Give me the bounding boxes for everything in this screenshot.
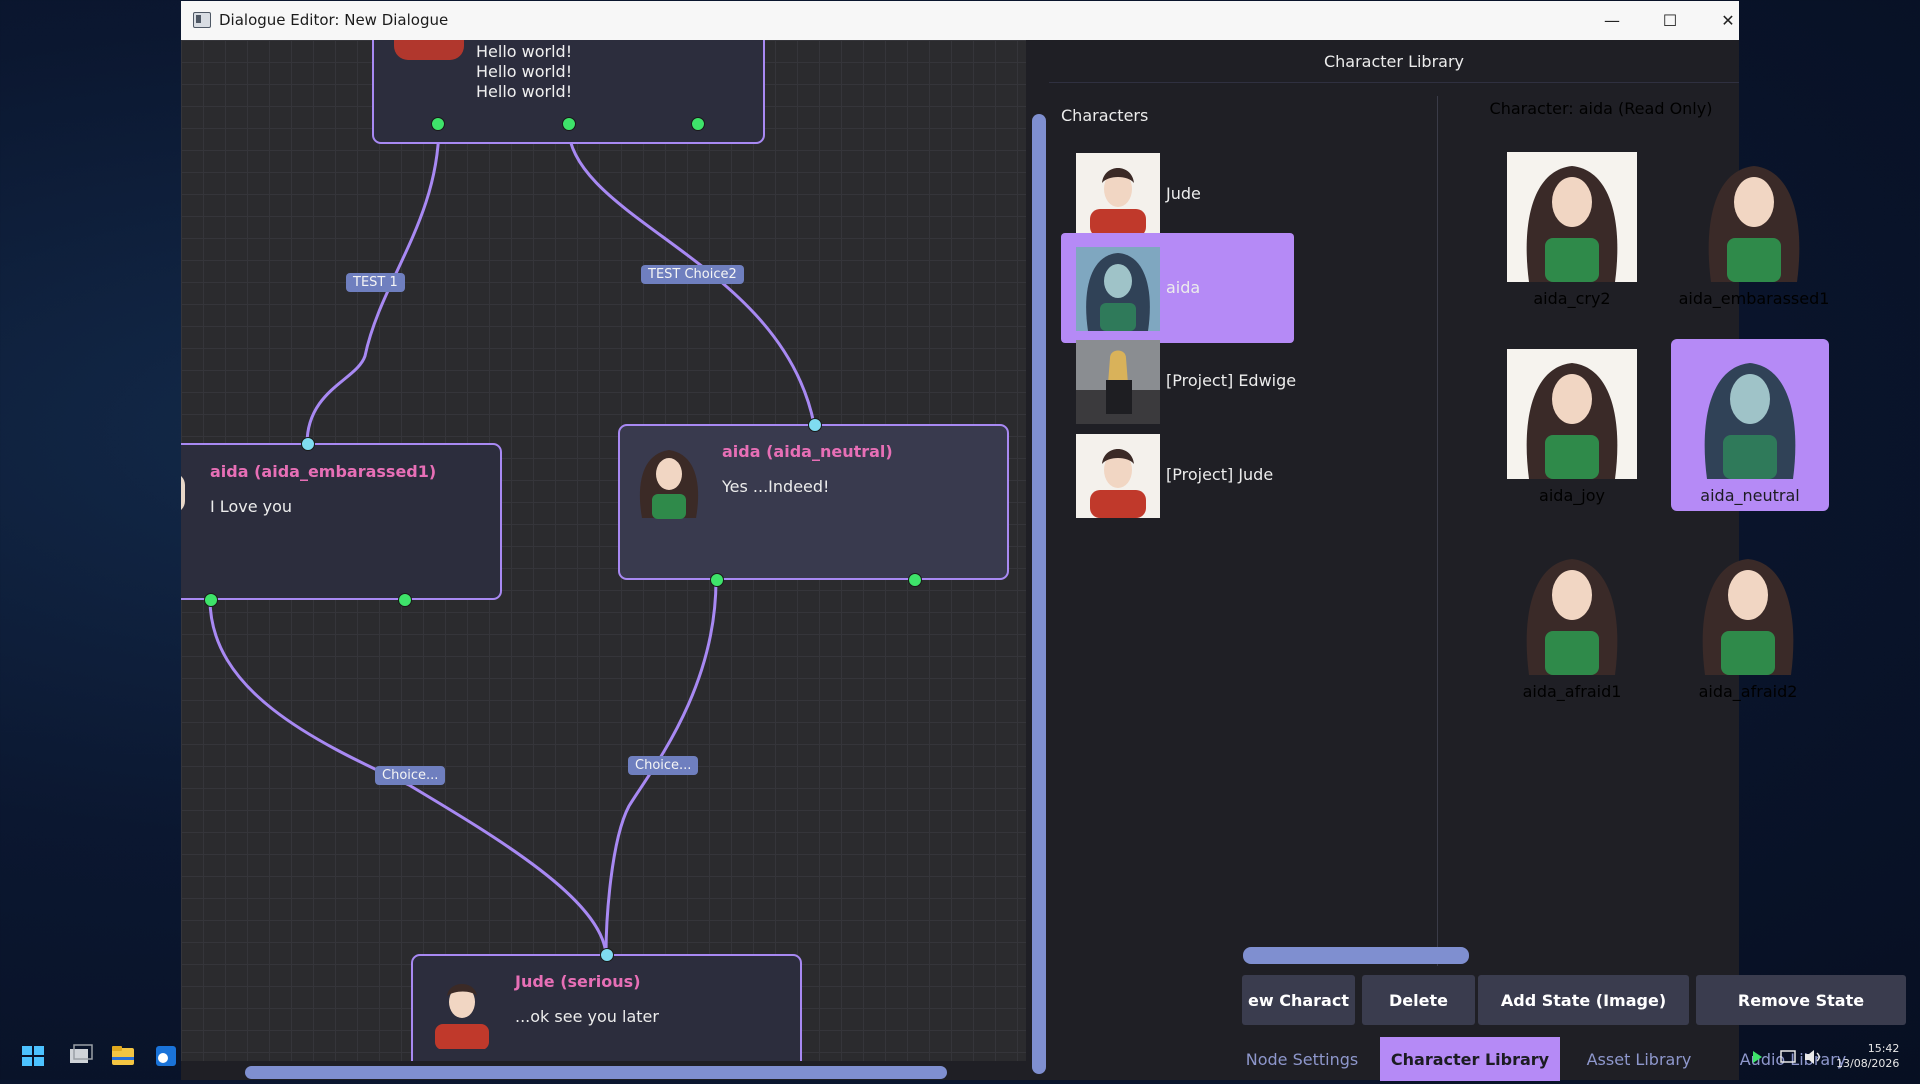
- close-button[interactable]: ✕: [1699, 1, 1757, 40]
- delete-button[interactable]: Delete: [1362, 975, 1475, 1025]
- task-view-icon: [70, 1044, 93, 1063]
- output-pin[interactable]: [691, 117, 705, 131]
- tab-asset-library[interactable]: Asset Library: [1564, 1037, 1714, 1081]
- character-thumbnail: [1076, 247, 1160, 331]
- edge-label[interactable]: TEST 1: [346, 273, 405, 292]
- file-explorer-icon: [112, 1046, 134, 1065]
- clock-date: 13/08/2026: [1836, 1057, 1900, 1070]
- state-image: [1689, 152, 1819, 282]
- panel-header: Character Library: [1049, 40, 1739, 83]
- node-title: Jude (serious): [515, 972, 641, 991]
- title-bar: Dialogue Editor: New Dialogue — ☐ ✕: [181, 1, 1739, 40]
- avatar: [394, 40, 464, 60]
- input-pin[interactable]: [808, 418, 822, 432]
- node-text: I Love you: [210, 497, 293, 516]
- node-text: ...ok see you later: [515, 1007, 659, 1026]
- tab-node-settings[interactable]: Node Settings: [1230, 1037, 1374, 1081]
- dialogue-editor-window: Dialogue Editor: New Dialogue — ☐ ✕ Hell…: [181, 1, 1906, 1081]
- start-icon: [22, 1046, 44, 1066]
- node-title: aida (aida_embarassed1): [210, 462, 437, 481]
- dialogue-node[interactable]: aida (aida_embarassed1) I Love you: [181, 443, 502, 600]
- node-text: Hello world! Hello world! Hello world!: [476, 42, 573, 101]
- close-icon: ✕: [1721, 11, 1735, 30]
- outlook-icon: [156, 1046, 176, 1066]
- avatar: [435, 984, 489, 1049]
- state-name: aida_neutral: [1700, 486, 1800, 505]
- state-item[interactable]: aida_cry2: [1493, 142, 1651, 314]
- canvas-vertical-scrollbar[interactable]: [1027, 40, 1049, 1080]
- tray-icons: [1753, 1050, 1820, 1064]
- characters-header: Characters: [1061, 106, 1149, 125]
- edge-label[interactable]: TEST Choice2: [641, 265, 744, 284]
- state-name: aida_cry2: [1533, 289, 1611, 308]
- panel-divider: [1437, 96, 1438, 966]
- output-pin[interactable]: [398, 593, 412, 607]
- output-pin[interactable]: [431, 117, 445, 131]
- node-graph-canvas[interactable]: Hello world! Hello world! Hello world! a…: [181, 40, 1026, 1080]
- output-pin[interactable]: [562, 117, 576, 131]
- maximize-button[interactable]: ☐: [1641, 1, 1699, 40]
- state-image: [1685, 349, 1815, 479]
- volume-icon: [1805, 1050, 1820, 1064]
- character-thumbnail: [1076, 434, 1160, 518]
- minimize-button[interactable]: —: [1583, 1, 1641, 40]
- new-character-button[interactable]: ew Charact: [1242, 975, 1355, 1025]
- add-state-button[interactable]: Add State (Image): [1478, 975, 1689, 1025]
- window-title: Dialogue Editor: New Dialogue: [219, 11, 449, 29]
- clock-time: 15:42: [1867, 1042, 1900, 1055]
- state-image: [1507, 349, 1637, 479]
- taskbar: [0, 1032, 181, 1080]
- character-name: Jude: [1166, 184, 1201, 203]
- character-list-scrollbar[interactable]: [1243, 947, 1469, 964]
- state-image: [1507, 545, 1637, 675]
- state-item[interactable]: aida_joy: [1493, 339, 1651, 511]
- taskbar-clock[interactable]: 15:42 13/08/2026: [1836, 1041, 1899, 1071]
- character-name: [Project] Edwige: [1166, 371, 1297, 390]
- state-item[interactable]: aida_afraid1: [1493, 535, 1651, 707]
- state-name: aida_joy: [1539, 486, 1605, 505]
- maximize-icon: ☐: [1662, 11, 1678, 30]
- taskbar-icons: [22, 1044, 176, 1066]
- tab-character-library[interactable]: Character Library: [1380, 1037, 1560, 1081]
- scrollbar-thumb[interactable]: [245, 1066, 947, 1079]
- node-title: aida (aida_neutral): [722, 442, 893, 461]
- edge-label[interactable]: Choice...: [628, 756, 699, 775]
- avatar: [181, 473, 185, 513]
- scrollbar-thumb[interactable]: [1032, 114, 1046, 1074]
- character-thumbnail: [1076, 340, 1160, 424]
- dialogue-node[interactable]: aida (aida_neutral) Yes ...Indeed!: [618, 424, 1009, 580]
- input-pin[interactable]: [600, 948, 614, 962]
- character-list: Characters Jude aida [Project] Edwige [P…: [1049, 96, 1296, 976]
- output-pin[interactable]: [908, 573, 922, 587]
- network-icon: [1780, 1050, 1796, 1063]
- state-name: aida_afraid2: [1698, 682, 1798, 701]
- character-detail-header: Character: aida (Read Only): [1489, 99, 1713, 118]
- state-image: [1683, 545, 1813, 675]
- remove-state-button[interactable]: Remove State: [1696, 975, 1906, 1025]
- minimize-icon: —: [1604, 11, 1620, 30]
- avatar: [639, 450, 699, 519]
- state-item[interactable]: aida_neutral: [1671, 339, 1829, 511]
- output-pin[interactable]: [710, 573, 724, 587]
- edge-label[interactable]: Choice...: [375, 766, 446, 785]
- state-name: aida_embarassed1: [1678, 289, 1830, 308]
- app-icon: [193, 12, 211, 28]
- play-icon: [1753, 1051, 1762, 1063]
- character-thumbnail: [1076, 153, 1160, 237]
- state-item[interactable]: aida_afraid2: [1669, 535, 1827, 707]
- node-text: Yes ...Indeed!: [722, 477, 830, 496]
- output-pin[interactable]: [204, 593, 218, 607]
- state-name: aida_afraid1: [1522, 682, 1622, 701]
- character-item[interactable]: [Project] Jude: [1061, 420, 1294, 530]
- input-pin[interactable]: [301, 437, 315, 451]
- character-name: [Project] Jude: [1166, 465, 1274, 484]
- state-item[interactable]: aida_embarassed1: [1669, 142, 1839, 314]
- state-image: [1507, 152, 1637, 282]
- character-name: aida: [1166, 278, 1201, 297]
- canvas-horizontal-scrollbar[interactable]: [181, 1061, 1026, 1080]
